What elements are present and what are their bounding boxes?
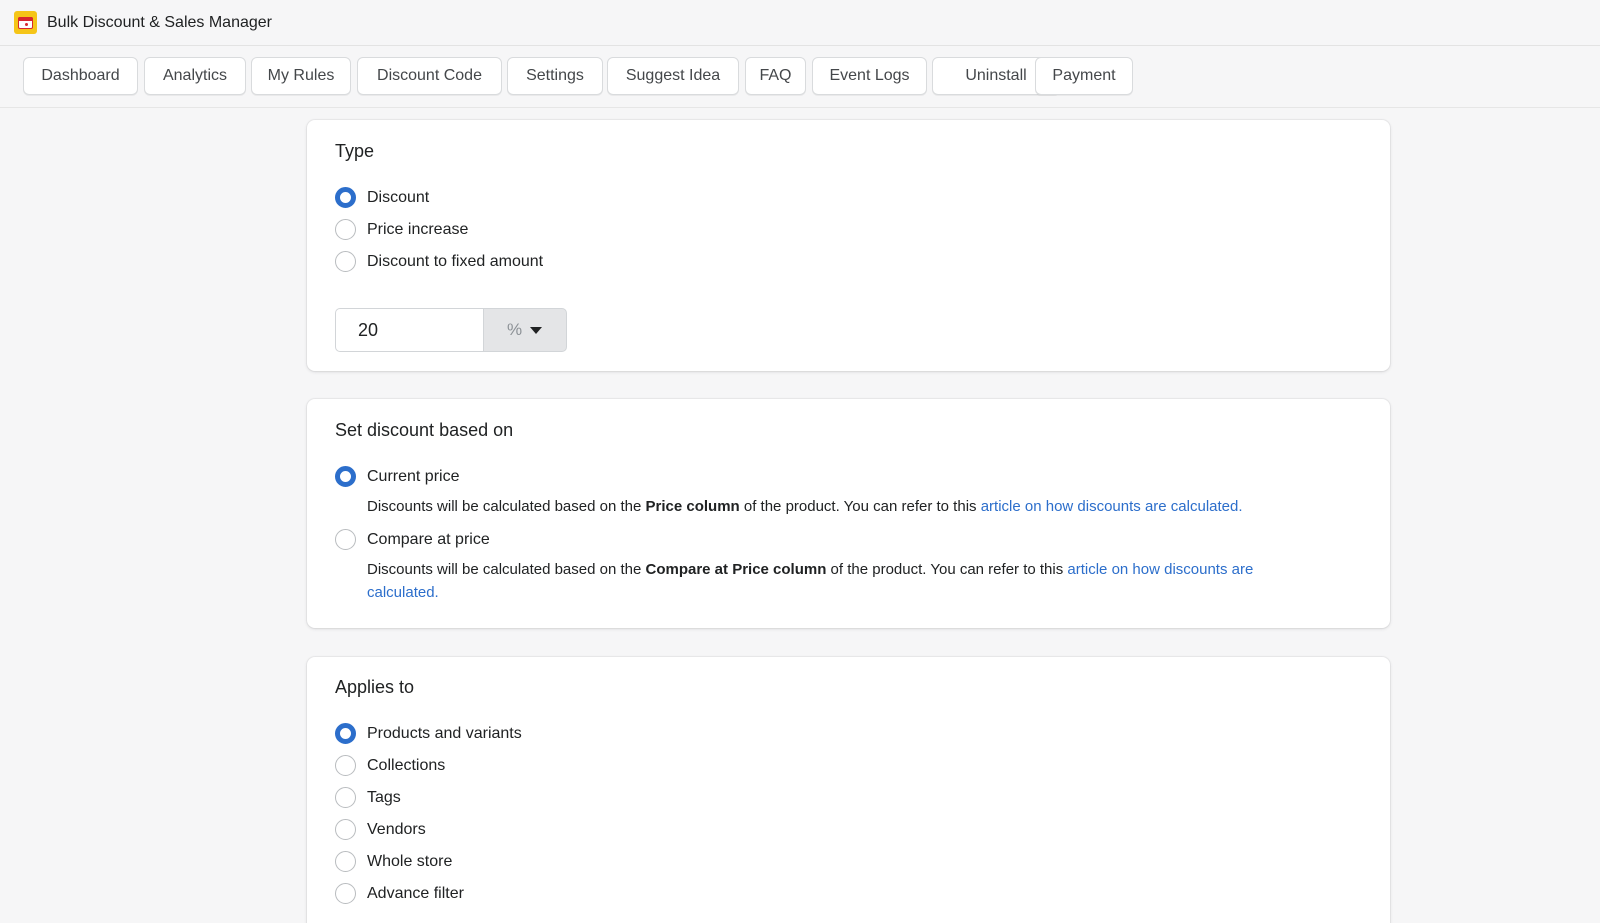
tab-event-logs[interactable]: Event Logs [812, 57, 927, 95]
radio-label: Products and variants [367, 724, 522, 742]
radio-advance-filter[interactable]: Advance filter [335, 883, 464, 904]
radio-checked-icon[interactable] [335, 723, 356, 744]
caret-down-icon [530, 326, 543, 334]
radio-label: Collections [367, 756, 446, 774]
compare-price-help-text: Discounts will be calculated based on th… [367, 558, 1327, 604]
applies-to-card-title: Applies to [335, 677, 415, 697]
radio-unchecked-icon[interactable] [335, 819, 356, 840]
help-text: Discounts will be calculated based on th… [367, 561, 646, 578]
tab-analytics[interactable]: Analytics [144, 57, 246, 95]
radio-unchecked-icon[interactable] [335, 787, 356, 808]
radio-unchecked-icon[interactable] [335, 529, 356, 550]
radio-collections[interactable]: Collections [335, 755, 445, 776]
radio-discount[interactable]: Discount [335, 187, 429, 208]
radio-unchecked-icon[interactable] [335, 851, 356, 872]
applies-to-card: Applies to Products and variants Collect… [307, 657, 1390, 923]
radio-label: Tags [367, 788, 401, 806]
radio-label: Whole store [367, 852, 453, 870]
radio-current-price[interactable]: Current price [335, 466, 459, 487]
radio-label: Current price [367, 467, 460, 485]
tab-payment[interactable]: Payment [1035, 57, 1133, 95]
radio-unchecked-icon[interactable] [335, 883, 356, 904]
tab-dashboard[interactable]: Dashboard [23, 57, 138, 95]
type-card-title: Type [335, 141, 375, 161]
unit-select-value: % [507, 320, 523, 339]
radio-tags[interactable]: Tags [335, 787, 401, 808]
radio-compare-at-price[interactable]: Compare at price [335, 529, 490, 550]
radio-vendors[interactable]: Vendors [335, 819, 426, 840]
radio-checked-icon[interactable] [335, 466, 356, 487]
radio-label: Compare at price [367, 530, 490, 548]
type-card: Type Discount Price increase Discount to… [307, 120, 1390, 371]
help-bold-text: Compare at Price column [645, 561, 827, 578]
radio-unchecked-icon[interactable] [335, 219, 356, 240]
help-text: of the product. You can refer to this [826, 561, 1068, 578]
help-text: Discounts will be calculated based on th… [367, 498, 646, 515]
amount-input[interactable] [335, 308, 483, 352]
radio-label: Price increase [367, 220, 469, 238]
tab-faq[interactable]: FAQ [745, 57, 806, 95]
radio-label: Advance filter [367, 884, 464, 902]
calendar-icon [14, 11, 37, 34]
based-on-card: Set discount based on Current price Disc… [307, 399, 1390, 628]
app-title: Bulk Discount & Sales Manager [47, 13, 272, 31]
radio-whole-store[interactable]: Whole store [335, 851, 452, 872]
radio-label: Discount to fixed amount [367, 252, 544, 270]
help-bold-text: Price column [645, 498, 740, 515]
tab-settings[interactable]: Settings [507, 57, 603, 95]
nav-bar: Dashboard Analytics My Rules Discount Co… [0, 46, 1600, 108]
amount-field-group: % [335, 308, 567, 352]
current-price-help-text: Discounts will be calculated based on th… [367, 495, 1327, 518]
radio-price-increase[interactable]: Price increase [335, 219, 468, 240]
unit-select[interactable]: % [483, 308, 567, 352]
radio-unchecked-icon[interactable] [335, 755, 356, 776]
help-text: of the product. You can refer to this [739, 498, 981, 515]
radio-checked-icon[interactable] [335, 187, 356, 208]
tab-discount-code[interactable]: Discount Code [357, 57, 502, 95]
based-on-card-title: Set discount based on [335, 420, 514, 440]
radio-label: Discount [367, 188, 430, 206]
app-header: Bulk Discount & Sales Manager [0, 0, 1600, 46]
tab-suggest-idea[interactable]: Suggest Idea [607, 57, 739, 95]
radio-products-variants[interactable]: Products and variants [335, 723, 522, 744]
radio-discount-fixed-amount[interactable]: Discount to fixed amount [335, 251, 543, 272]
article-link[interactable]: article on how discounts are calculated. [981, 498, 1243, 515]
radio-label: Vendors [367, 820, 426, 838]
tab-my-rules[interactable]: My Rules [251, 57, 351, 95]
radio-unchecked-icon[interactable] [335, 251, 356, 272]
